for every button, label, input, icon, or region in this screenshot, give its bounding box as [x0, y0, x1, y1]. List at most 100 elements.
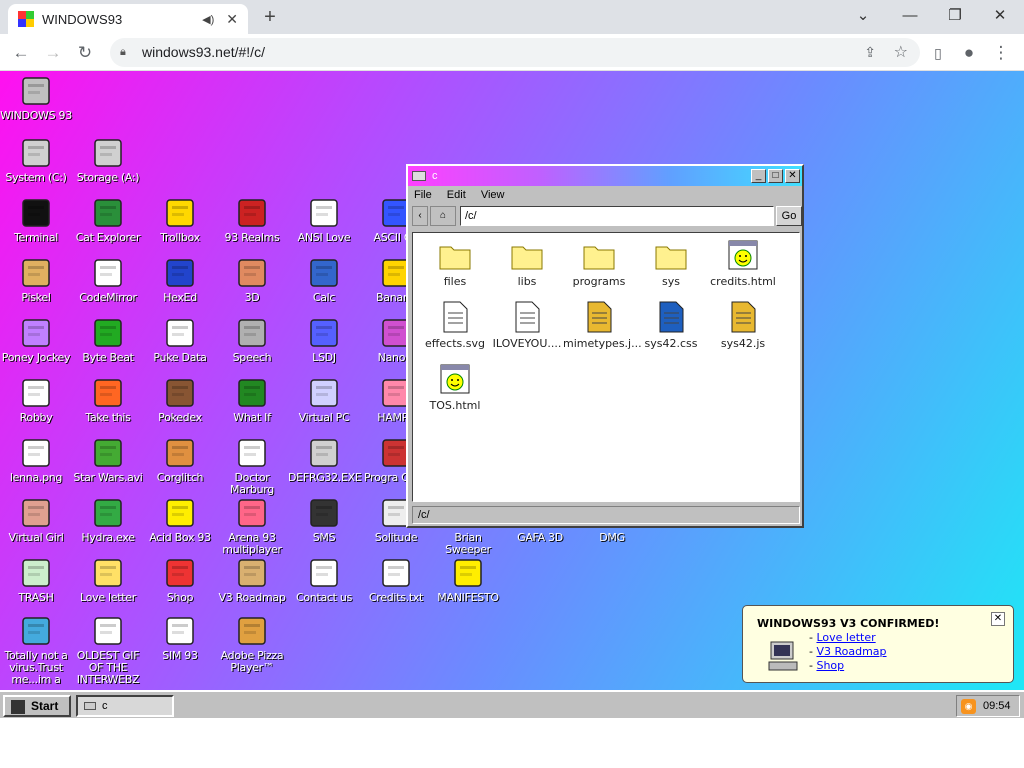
v3-roadmap-link[interactable]: V3 Roadmap	[816, 645, 886, 658]
file-item-tos-html[interactable]: TOS.html	[419, 363, 491, 412]
browser-tab[interactable]: WINDOWS93 ◀︎) ✕	[8, 4, 248, 34]
close-window-button[interactable]: ✕	[980, 4, 1020, 28]
desktop-icon-label: LSDJ	[312, 351, 336, 364]
love-letter-link[interactable]: Love letter	[816, 631, 875, 644]
explorer-window[interactable]: c _ □ ✕ File Edit View ‹ ⌂ /c/ Go files l…	[406, 164, 804, 528]
desktop-icon-trollbox[interactable]: Trollbox	[144, 197, 216, 244]
desktop-icon-doctor-marburg[interactable]: Doctor Marburg	[216, 437, 288, 496]
restore-button[interactable]: ❐	[935, 4, 975, 28]
desktop-icon-shop[interactable]: Shop	[144, 557, 216, 604]
menu-view[interactable]: View	[481, 189, 505, 201]
desktop-icon-lsdj[interactable]: LSDJ	[288, 317, 360, 364]
tab-close-icon[interactable]: ✕	[226, 11, 238, 28]
file-item-sys42-js[interactable]: sys42.js	[707, 301, 779, 350]
desktop-icon-ansi-love[interactable]: ANSI Love	[288, 197, 360, 244]
desktop-icon-pokedex[interactable]: Pokedex	[144, 377, 216, 424]
desktop-icon-byte-beat[interactable]: Byte Beat	[72, 317, 144, 364]
desktop-icon-codemirror[interactable]: CodeMirror	[72, 257, 144, 304]
profile-avatar-icon[interactable]: ●	[956, 40, 982, 66]
desktop-icon-totally-not-a-virus-trust-me-im-a[interactable]: Totally not a virus.Trust me...im a	[0, 615, 72, 686]
desktop-icon-defrg32-exe[interactable]: DEFRG32.EXE	[288, 437, 362, 484]
file-item-programs[interactable]: programs	[563, 239, 635, 288]
notification-link-row: - Shop	[809, 659, 845, 672]
window-titlebar[interactable]: c _ □ ✕	[408, 166, 802, 186]
minimize-window-button[interactable]: _	[751, 169, 766, 183]
desktop-icon-adobe-pizza-player[interactable]: Adobe Pizza Player™	[216, 615, 288, 674]
home-icon[interactable]: ⌂	[430, 206, 456, 226]
desktop-icon-cat-explorer[interactable]: Cat Explorer	[72, 197, 144, 244]
forward-button[interactable]: →	[40, 40, 66, 66]
desktop-icon-piskel[interactable]: Piskel	[0, 257, 72, 304]
file-item-files[interactable]: files	[419, 239, 491, 288]
desktop-icon-speech[interactable]: Speech	[216, 317, 288, 364]
maximize-window-button[interactable]: □	[768, 169, 783, 183]
desktop-icon-hexed[interactable]: HexEd	[144, 257, 216, 304]
close-window-icon[interactable]: ✕	[785, 169, 800, 183]
desktop-icon-hydra-exe[interactable]: Hydra.exe	[72, 497, 144, 544]
reload-button[interactable]: ↻	[72, 40, 98, 66]
start-button[interactable]: Start	[3, 695, 71, 717]
tab-search-icon[interactable]: ⌄	[843, 4, 883, 28]
desktop-icon-system-c[interactable]: System (C:)	[0, 137, 72, 184]
rss-icon[interactable]: ◉	[961, 699, 976, 714]
pd-icon	[166, 319, 194, 347]
desktop-icon-oldest-gif-of-the-interwebz[interactable]: OLDEST GIF OF THE INTERWEBZ	[72, 615, 144, 686]
menu-file[interactable]: File	[414, 189, 432, 201]
address-bar[interactable]: 🔒︎ windows93.net/#!/c/ ⇪ ☆	[110, 38, 920, 67]
desktop-icon-virtual-girl[interactable]: Virtual Girl	[0, 497, 72, 544]
desktop-icon-label: Storage (A:)	[76, 171, 140, 184]
explorer-back-icon[interactable]: ‹	[412, 206, 428, 226]
desktop-icon-love-letter[interactable]: Love letter	[72, 557, 144, 604]
desktop-icon-robby[interactable]: Robby	[0, 377, 72, 424]
desktop-icon-windows-93[interactable]: WINDOWS 93	[0, 75, 72, 122]
folder-icon	[655, 246, 687, 270]
desktop-icon-virtual-pc[interactable]: Virtual PC	[288, 377, 360, 424]
dolphin-icon	[22, 617, 50, 645]
desktop-icon-what-if[interactable]: What If	[216, 377, 288, 424]
side-panel-icon[interactable]: ▯	[925, 40, 951, 66]
desktop-icon-sms[interactable]: SMS	[288, 497, 360, 544]
file-item-sys42-css[interactable]: sys42.css	[635, 301, 707, 350]
file-item-mimetypes-j[interactable]: mimetypes.j...	[563, 301, 642, 350]
audio-icon[interactable]: ◀︎)	[202, 13, 214, 26]
desktop-icon-terminal[interactable]: Terminal	[0, 197, 72, 244]
file-item-effects-svg[interactable]: effects.svg	[419, 301, 491, 350]
taskbar-item-label: c	[102, 700, 108, 712]
desktop-icon-credits-txt[interactable]: Credits.txt	[360, 557, 432, 604]
menu-more-icon[interactable]: ⋮	[988, 40, 1014, 66]
desktop-icon-take-this[interactable]: Take this	[72, 377, 144, 424]
desktop-icon-poney-jockey[interactable]: Poney Jockey	[0, 317, 72, 364]
desktop-icon-puke-data[interactable]: Puke Data	[144, 317, 216, 364]
menu-edit[interactable]: Edit	[447, 189, 466, 201]
desktop-icon-label: GAFA 3D	[517, 531, 563, 544]
desktop-icon-arena-93-multiplayer[interactable]: Arena 93 multiplayer	[216, 497, 288, 556]
taskbar-item-explorer[interactable]: c	[76, 695, 174, 717]
share-icon[interactable]: ⇪	[864, 38, 876, 67]
desktop-icon-v3-roadmap[interactable]: V3 Roadmap	[216, 557, 288, 604]
desktop-icon-sim-93[interactable]: SIM 93	[144, 615, 216, 662]
file-item-iloveyou[interactable]: ILOVEYOU....	[491, 301, 563, 350]
new-tab-button[interactable]: +	[258, 6, 282, 28]
desktop-icon-contact-us[interactable]: Contact us	[288, 557, 360, 604]
desktop-icon-calc[interactable]: Calc	[288, 257, 360, 304]
go-button[interactable]: Go	[776, 206, 802, 226]
shop-link[interactable]: Shop	[816, 659, 844, 672]
path-input[interactable]: /c/	[460, 206, 774, 226]
desktop-icon-star-wars-avi[interactable]: Star Wars.avi	[72, 437, 144, 484]
notification-close-icon[interactable]: ✕	[991, 612, 1005, 626]
bookmark-star-icon[interactable]: ☆	[894, 38, 908, 67]
desktop-icon-corglitch[interactable]: Corglitch	[144, 437, 216, 484]
file-item-credits-html[interactable]: credits.html	[707, 239, 779, 288]
desktop-icon-trash[interactable]: TRASH	[0, 557, 72, 604]
desktop-icon-93-realms[interactable]: 93 Realms	[216, 197, 288, 244]
desktop-icon-storage-a[interactable]: Storage (A:)	[72, 137, 144, 184]
minimize-button[interactable]: —	[890, 4, 930, 28]
desktop-icon-acid-box-93[interactable]: Acid Box 93	[144, 497, 216, 544]
desktop-icon-3d[interactable]: 3D	[216, 257, 288, 304]
desktop-icon-manifesto[interactable]: MANIFESTO	[432, 557, 504, 604]
file-item-libs[interactable]: libs	[491, 239, 563, 288]
lock-icon[interactable]: 🔒︎	[120, 38, 126, 67]
back-button[interactable]: ←	[8, 40, 34, 66]
desktop-icon-lenna-png[interactable]: lenna.png	[0, 437, 72, 484]
file-item-sys[interactable]: sys	[635, 239, 707, 288]
